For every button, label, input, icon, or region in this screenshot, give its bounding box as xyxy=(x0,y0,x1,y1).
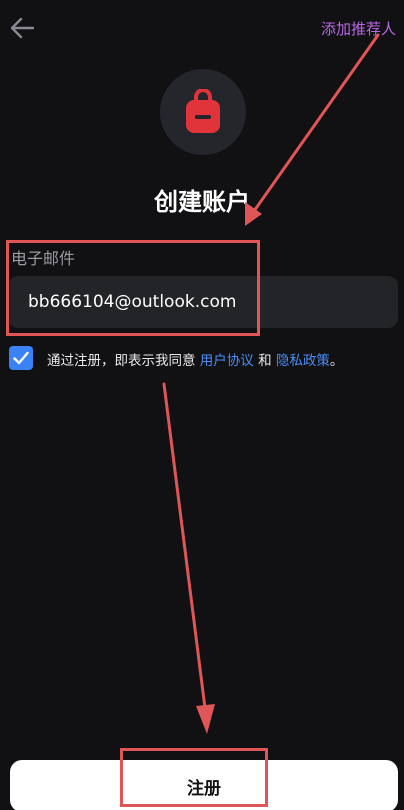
register-button[interactable]: 注册 xyxy=(10,760,398,810)
email-label: 电子邮件 xyxy=(11,249,76,268)
consent-text: 通过注册，即表示我同意 用户协议 和 隐私政策。 xyxy=(47,349,343,369)
page-title: 创建账户 xyxy=(154,188,250,216)
back-button[interactable] xyxy=(8,14,36,42)
arrow-to-register-head xyxy=(196,704,215,734)
backpack-icon xyxy=(186,89,220,133)
consent-conjunction: 和 xyxy=(253,353,276,369)
privacy-link[interactable]: 隐私政策 xyxy=(276,353,330,369)
hero-icon-circle xyxy=(160,69,246,155)
terms-link[interactable]: 用户协议 xyxy=(200,353,254,369)
add-referrer-link[interactable]: 添加推荐人 xyxy=(321,18,396,39)
email-field[interactable] xyxy=(8,276,398,328)
create-account-screen: 添加推荐人 创建账户 电子邮件 通过注册，即表示我同意 用户协议 和 隐私政策。… xyxy=(0,0,404,810)
agree-checkbox[interactable] xyxy=(9,346,33,370)
arrow-to-register xyxy=(162,382,207,710)
consent-suffix: 。 xyxy=(329,353,344,369)
checkmark-icon xyxy=(13,351,29,365)
arrow-left-icon xyxy=(10,17,35,39)
consent-prefix: 通过注册，即表示我同意 xyxy=(47,353,200,369)
